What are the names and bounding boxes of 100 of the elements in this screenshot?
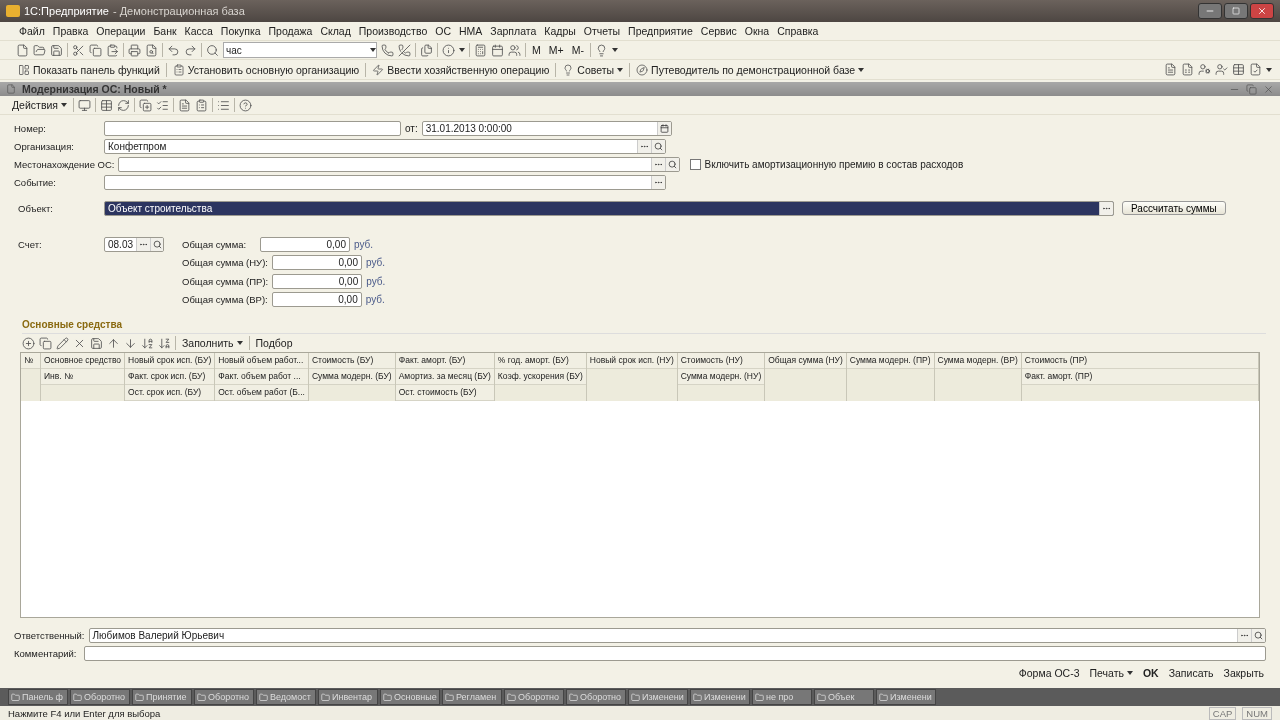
info-icon[interactable] <box>442 43 455 57</box>
choose-button[interactable] <box>136 237 151 251</box>
table-icon[interactable] <box>100 98 113 112</box>
move-down-icon[interactable] <box>124 336 137 350</box>
amount-field[interactable]: 0,00 <box>271 255 362 271</box>
menu-item[interactable]: Операции <box>93 25 149 37</box>
column-header[interactable]: Сумма модерн. (НУ) <box>677 369 765 385</box>
calendar-button[interactable] <box>656 121 671 135</box>
input-field[interactable]: Объект строительства <box>104 200 1114 216</box>
footer-button[interactable]: Закрыть <box>1221 667 1266 679</box>
menu-item[interactable]: Банк <box>150 25 180 37</box>
move-up-icon[interactable] <box>107 336 120 350</box>
actions-menu[interactable]: Действия <box>10 99 69 111</box>
menu-item[interactable]: Продажа <box>265 25 316 37</box>
compass-icon[interactable] <box>636 63 649 76</box>
column-header[interactable]: Новый объем работ... <box>215 353 308 369</box>
document-check-icon[interactable] <box>1249 63 1262 76</box>
search-icon[interactable] <box>206 43 219 57</box>
maximize-button[interactable] <box>1224 3 1248 19</box>
amount-field[interactable]: 0,00 <box>260 236 350 252</box>
input-field[interactable] <box>104 120 401 136</box>
document-icon[interactable] <box>178 98 191 112</box>
printer-icon[interactable] <box>128 43 141 57</box>
column-header[interactable]: Новый срок исп. (БУ) <box>125 353 215 369</box>
clipboard-icon[interactable] <box>172 63 185 76</box>
add-icon[interactable] <box>22 336 35 350</box>
redo-icon[interactable] <box>184 43 197 57</box>
calculate-button[interactable]: Рассчитать суммы <box>1122 201 1226 215</box>
copy-icon[interactable] <box>89 43 102 57</box>
copy-document-icon[interactable] <box>139 98 152 112</box>
menu-item[interactable]: Покупка <box>217 25 264 37</box>
footer-button[interactable]: Форма ОС-3 <box>1016 667 1082 679</box>
menu-item[interactable]: Производство <box>355 25 431 37</box>
memory-button[interactable]: M+ <box>546 44 566 56</box>
spreadsheet-icon[interactable] <box>1181 63 1194 76</box>
date-field[interactable]: 31.01.2013 0:00:00 <box>421 120 672 136</box>
menu-item[interactable]: ОС <box>432 25 454 37</box>
search-field[interactable]: час <box>223 42 377 58</box>
input-field[interactable]: Любимов Валерий Юрьевич <box>88 627 1266 643</box>
windows-icon[interactable] <box>420 43 433 57</box>
column-header[interactable]: Сумма модерн. (БУ) <box>308 369 395 385</box>
column-header[interactable]: Амортиз. за месяц (БУ) <box>395 369 494 385</box>
menu-item[interactable]: НМА <box>456 25 486 37</box>
checkbox[interactable] <box>690 158 702 170</box>
calculator-icon[interactable] <box>474 43 487 57</box>
choose-button[interactable] <box>1099 201 1113 215</box>
menu-item[interactable]: Сервис <box>697 25 740 37</box>
column-header[interactable]: Инв. № <box>41 369 125 385</box>
toolbar-button[interactable]: Показать панель функций <box>16 63 162 76</box>
save-icon[interactable] <box>50 43 63 57</box>
lightbulb-icon[interactable] <box>562 63 575 76</box>
pick-button[interactable]: Подбор <box>253 337 295 349</box>
input-field[interactable] <box>118 156 681 172</box>
account-field[interactable]: 08.03 <box>104 236 164 252</box>
menu-item[interactable]: Файл <box>16 25 48 37</box>
users-icon[interactable] <box>508 43 521 57</box>
column-header[interactable]: № <box>21 353 40 369</box>
memory-button[interactable]: M- <box>569 44 586 56</box>
sort-ascending-icon[interactable] <box>141 336 154 350</box>
table-icon[interactable] <box>1232 63 1245 76</box>
print-menu[interactable]: Печать <box>1087 667 1135 679</box>
pencil-icon[interactable] <box>56 336 69 350</box>
help-icon[interactable] <box>239 98 252 112</box>
menu-item[interactable]: Касса <box>181 25 216 37</box>
input-field[interactable]: Конфетпром <box>104 138 666 154</box>
amount-field[interactable]: 0,00 <box>272 273 363 289</box>
monitor-icon[interactable] <box>78 98 91 112</box>
sort-descending-icon[interactable] <box>158 336 171 350</box>
open-folder-icon[interactable] <box>33 43 46 57</box>
column-header[interactable]: Факт. срок исп. (БУ) <box>125 369 215 385</box>
column-header[interactable]: Факт. аморт. (ПР) <box>1021 369 1258 385</box>
paste-icon[interactable] <box>106 43 119 57</box>
choose-button[interactable] <box>651 157 666 171</box>
column-header[interactable]: Стоимость (ПР) <box>1021 353 1258 369</box>
close-button[interactable] <box>1250 3 1274 19</box>
minimize-button[interactable] <box>1198 3 1222 19</box>
column-header[interactable]: Стоимость (НУ) <box>677 353 765 369</box>
column-header[interactable]: Ост. объем работ (Б... <box>215 385 308 401</box>
ok-button[interactable]: OK <box>1140 667 1161 679</box>
column-header[interactable]: Ост. стоимость (БУ) <box>395 385 494 401</box>
search-button[interactable] <box>651 139 665 153</box>
copy-icon[interactable] <box>39 336 52 350</box>
report-icon[interactable] <box>1164 63 1177 76</box>
menu-item[interactable]: Окна <box>741 25 773 37</box>
calendar-icon[interactable] <box>491 43 504 57</box>
list-icon[interactable] <box>217 98 230 112</box>
checklist-icon[interactable] <box>156 98 169 112</box>
choose-button[interactable] <box>1237 628 1251 642</box>
column-header[interactable]: Ост. срок исп. (БУ) <box>125 385 215 401</box>
input-field[interactable] <box>104 174 666 190</box>
user-settings-icon[interactable] <box>1198 63 1211 76</box>
column-header[interactable]: Основное средство <box>41 353 125 369</box>
column-header[interactable]: Общая сумма (НУ) <box>765 353 846 369</box>
column-header[interactable]: % год. аморт. (БУ) <box>494 353 586 369</box>
column-header[interactable]: Сумма модерн. (ВР) <box>934 353 1021 369</box>
cut-icon[interactable] <box>72 43 85 57</box>
column-header[interactable]: Новый срок исп. (НУ) <box>586 353 677 369</box>
toolbar-button[interactable]: Советы <box>560 63 626 76</box>
column-header[interactable]: Факт. объем работ ... <box>215 369 308 385</box>
menu-item[interactable]: Правка <box>49 25 92 37</box>
